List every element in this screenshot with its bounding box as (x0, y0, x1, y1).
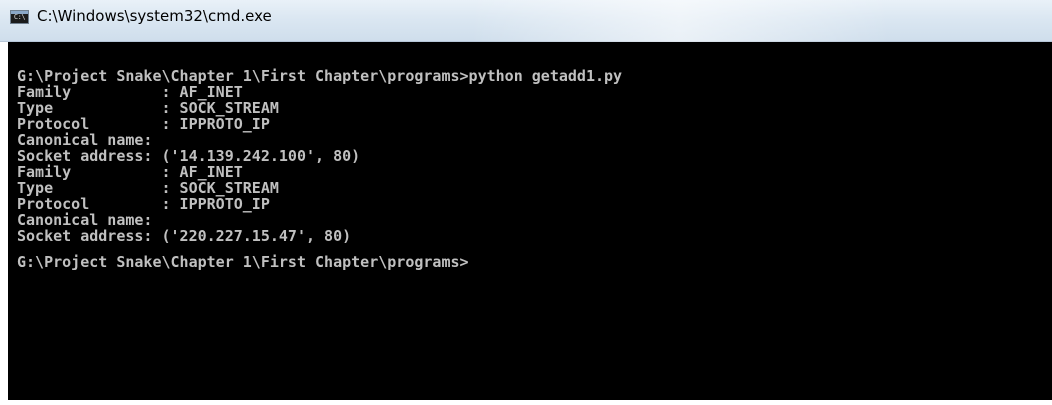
console-line: Canonical name: (17, 211, 153, 229)
console-line: Canonical name: (17, 131, 153, 149)
console-line-command: G:\Project Snake\Chapter 1\First Chapter… (17, 67, 623, 85)
console-prompt[interactable]: G:\Project Snake\Chapter 1\First Chapter… (17, 254, 1052, 270)
cmd-console-icon[interactable]: C:\ (10, 10, 29, 24)
console-output[interactable]: G:\Project Snake\Chapter 1\First Chapter… (8, 42, 1052, 400)
console-line: Protocol : IPPROTO_IP (17, 115, 270, 133)
console-line: Type : SOCK_STREAM (17, 99, 279, 117)
console-line: Socket address: ('220.227.15.47', 80) (17, 227, 352, 245)
console-line: Family : AF_INET (17, 83, 243, 101)
console-line: Type : SOCK_STREAM (17, 179, 279, 197)
console-line: Socket address: ('14.139.242.100', 80) (17, 147, 361, 165)
cmd-window: C:\ C:\Windows\system32\cmd.exe G:\Proje… (0, 0, 1052, 405)
console-line: Family : AF_INET (17, 163, 243, 181)
title-bar-glare (470, 0, 890, 42)
title-bar[interactable]: C:\ C:\Windows\system32\cmd.exe (0, 0, 1052, 42)
console-line: Protocol : IPPROTO_IP (17, 195, 270, 213)
window-title: C:\Windows\system32\cmd.exe (37, 7, 272, 25)
